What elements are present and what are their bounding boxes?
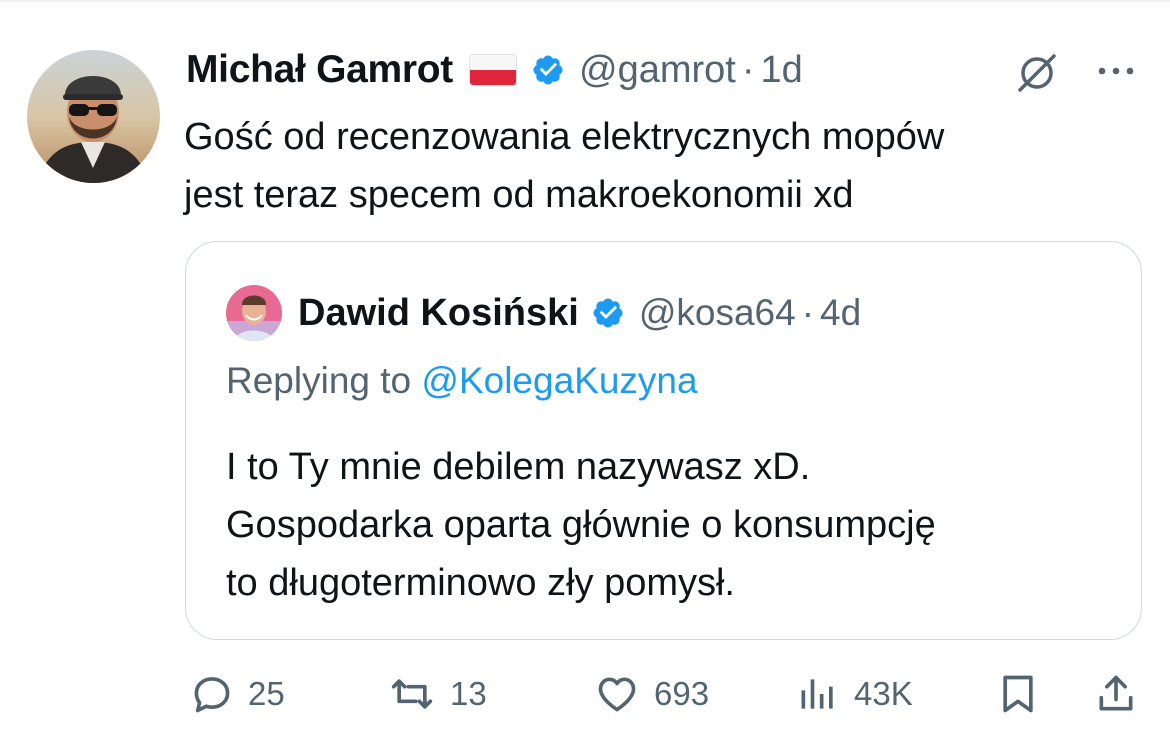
quoted-tweet[interactable]: Dawid Kosiński @kosa64 · 4d Replying to … <box>185 241 1142 640</box>
quoted-header: Dawid Kosiński @kosa64 · 4d <box>298 288 861 338</box>
more-icon[interactable] <box>1093 56 1139 86</box>
separator-dot: · <box>741 48 755 91</box>
bookmark-button[interactable] <box>996 664 1040 724</box>
verified-badge-icon[interactable] <box>531 53 565 87</box>
action-bar: 25 13 693 43K <box>0 664 1170 724</box>
reply-count: 25 <box>248 675 285 712</box>
quoted-text: I to Ty mnie debilem nazywasz xD. Gospod… <box>226 446 936 604</box>
replying-to-label: Replying to <box>226 360 422 401</box>
replying-to-mention[interactable]: @KolegaKuzyna <box>421 360 697 401</box>
repost-icon <box>391 679 433 709</box>
replying-to: Replying to @KolegaKuzyna <box>226 360 698 402</box>
share-button[interactable] <box>1094 664 1138 724</box>
author-handle[interactable]: @gamrot <box>579 49 736 92</box>
author-name[interactable]: Michał Gamrot <box>186 48 453 92</box>
repost-count: 13 <box>450 675 487 712</box>
tweet[interactable]: Michał Gamrot @gamrot · 1d Gość od recen… <box>0 0 1170 738</box>
views-count: 43K <box>854 675 913 712</box>
like-button[interactable]: 693 <box>594 664 709 724</box>
views-icon <box>801 679 833 709</box>
quoted-author-name[interactable]: Dawid Kosiński <box>298 292 579 335</box>
quoted-author-handle[interactable]: @kosa64 <box>639 292 796 334</box>
author-avatar[interactable] <box>27 50 160 183</box>
poland-flag-icon <box>469 54 517 86</box>
grok-icon[interactable] <box>1014 50 1060 96</box>
quoted-time[interactable]: 4d <box>820 292 861 334</box>
reply-button[interactable]: 25 <box>190 664 285 724</box>
share-icon <box>1099 675 1133 711</box>
separator-dot: · <box>801 292 815 333</box>
quoted-author-avatar[interactable] <box>226 285 282 341</box>
bookmark-icon <box>1003 675 1033 713</box>
reply-icon <box>194 677 230 713</box>
tweet-header: Michał Gamrot @gamrot · 1d <box>186 46 803 94</box>
views-button[interactable]: 43K <box>796 664 913 724</box>
verified-badge-icon[interactable] <box>591 296 625 330</box>
like-count: 693 <box>654 675 710 712</box>
repost-button[interactable]: 13 <box>388 664 487 724</box>
like-icon <box>598 677 636 712</box>
tweet-time[interactable]: 1d <box>761 49 803 92</box>
tweet-text: Gość od recenzowania elektrycznych mopów… <box>184 116 945 216</box>
